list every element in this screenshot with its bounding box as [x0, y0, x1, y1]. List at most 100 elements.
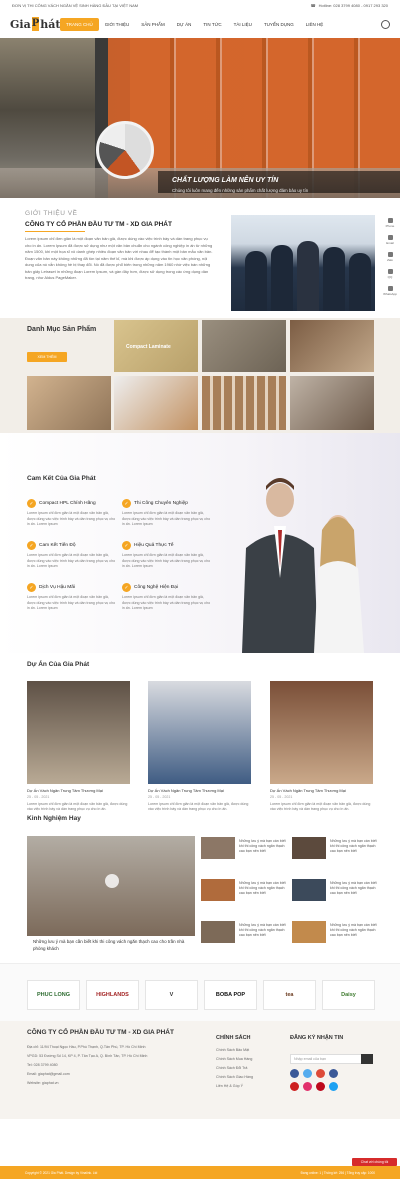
- commit-desc: Lorem ipsum chỉ đơn giản là một đoạn văn…: [122, 511, 211, 526]
- commit-title: Cam Kết Của Gia Phát: [27, 475, 96, 482]
- policy-link[interactable]: Chính Sách Mua Hàng: [216, 1057, 252, 1061]
- nav-about[interactable]: GIỚI THIỆU: [99, 18, 136, 31]
- article-item[interactable]: Những lưu ý mà bạn cần biết khi thi công…: [292, 837, 379, 877]
- project-card[interactable]: Dự Án Vách Ngăn Trung Tâm Thương Mại 25 …: [148, 681, 251, 812]
- project-card[interactable]: Dự Án Vách Ngăn Trung Tâm Thương Mại 25 …: [270, 681, 373, 812]
- product-tile-compact[interactable]: Compact Laminate: [114, 320, 198, 372]
- newsletter-send-button[interactable]: [361, 1054, 373, 1064]
- article-thumb: [201, 921, 235, 943]
- article-thumb: [292, 921, 326, 943]
- article-thumb: [201, 879, 235, 901]
- product-tile[interactable]: [27, 376, 111, 430]
- article-item[interactable]: Những lưu ý mà bạn cần biết khi thi công…: [292, 921, 379, 961]
- commit-item: ✓ Dịch Vụ Hậu Mãi Lorem ipsum chỉ đơn giả…: [27, 583, 117, 612]
- product-tile[interactable]: [202, 376, 286, 430]
- commit-item: ✓ Compact HPL Chính Hãng Lorem ipsum chỉ …: [27, 499, 117, 528]
- footer-email[interactable]: Email: giaphat@gmail.com: [27, 1072, 70, 1076]
- instagram-icon[interactable]: [303, 1082, 312, 1091]
- commit-label: Thi Công Chuyên Nghiệp: [134, 501, 188, 506]
- copyright-bar: Copyright © 2021 Gia Phát. Design by Vin…: [0, 1166, 400, 1179]
- twitter-icon[interactable]: [303, 1069, 312, 1078]
- product-tile[interactable]: [202, 320, 286, 372]
- footer-phone[interactable]: Tel: 028 3799 4080: [27, 1063, 58, 1067]
- featured-article-title[interactable]: Những lưu ý mà bạn cần biết khi thi công…: [33, 939, 193, 952]
- project-card[interactable]: Dự Án Vách Ngăn Trung Tâm Thương Mại 25 …: [27, 681, 130, 812]
- worker-icon: ✓: [122, 499, 131, 508]
- search-icon[interactable]: [381, 19, 390, 29]
- hero-subtitle: Chúng tôi luôn mang đến những sản phẩm c…: [172, 188, 309, 193]
- view-more-button[interactable]: XEM THÊM: [27, 352, 67, 362]
- product-tile[interactable]: [290, 376, 374, 430]
- article-thumb: [292, 879, 326, 901]
- commit-desc: Lorem ipsum chỉ đơn giản là một đoạn văn…: [27, 553, 116, 568]
- person-figure: [349, 253, 371, 311]
- intro-text: Lorem ipsum chỉ đơn giản là một đoạn văn…: [25, 236, 213, 280]
- article-item[interactable]: Những lưu ý mà bạn cần biết khi thi công…: [292, 879, 379, 919]
- linkedin-icon[interactable]: [329, 1069, 338, 1078]
- project-image: [148, 681, 251, 784]
- commit-desc: Lorem ipsum chỉ đơn giản là một đoạn văn…: [27, 595, 116, 610]
- article-item[interactable]: Những lưu ý mà bạn cần biết khi thi công…: [201, 837, 288, 877]
- logo-text-2: P: [31, 17, 40, 31]
- product-tile[interactable]: [290, 320, 374, 372]
- article-title[interactable]: Những lưu ý mà bạn cần biết khi thi công…: [239, 881, 287, 896]
- article-item[interactable]: Những lưu ý mà bạn cần biết khi thi công…: [201, 879, 288, 919]
- commit-desc: Lorem ipsum chỉ đơn giản là một đoạn văn…: [122, 553, 211, 568]
- nav-projects[interactable]: DỰ ÁN: [171, 18, 198, 31]
- commit-label: Công Nghệ Hiện Đại: [134, 585, 178, 590]
- nav-news[interactable]: TIN TỨC: [197, 18, 227, 31]
- commit-item: ✓ Thi Công Chuyên Nghiệp Lorem ipsum chỉ …: [122, 499, 212, 528]
- intro-section: GIỚI THIỆU VỀ CÔNG TY CỔ PHẦN ĐẦU TƯ TM …: [0, 198, 400, 318]
- article-thumb: [292, 837, 326, 859]
- skype-icon[interactable]: [329, 1082, 338, 1091]
- project-desc: Lorem ipsum chỉ đơn giản là một đoạn văn…: [270, 802, 371, 811]
- top-bar: ĐƠN VỊ THI CÔNG VÁCH NGĂN VỆ SINH HÀNG Đ…: [0, 0, 400, 10]
- product-tile[interactable]: [114, 376, 198, 430]
- featured-article-image[interactable]: [27, 836, 195, 936]
- project-title[interactable]: Dự Án Vách Ngăn Trung Tâm Thương Mại: [148, 788, 251, 793]
- phone-icon: ☎: [310, 2, 316, 8]
- chat-button[interactable]: Chat với chúng tôi: [352, 1158, 397, 1166]
- google-plus-icon[interactable]: [316, 1069, 325, 1078]
- nav-products[interactable]: SẢN PHẨM: [135, 18, 171, 31]
- brand-logo[interactable]: BOBA POP: [204, 980, 257, 1010]
- brand-logo[interactable]: tea: [263, 980, 316, 1010]
- policy-link[interactable]: Chính Sách Giao Hàng: [216, 1075, 253, 1079]
- article-title[interactable]: Những lưu ý mà bạn cần biết khi thi công…: [239, 839, 287, 854]
- youtube-icon[interactable]: [290, 1082, 299, 1091]
- nav-docs[interactable]: TÀI LIỆU: [228, 18, 258, 31]
- hero-banner: CHẤT LƯỢNG LÀM NÊN UY TÍN Chúng tôi luôn…: [0, 38, 400, 198]
- project-title[interactable]: Dự Án Vách Ngăn Trung Tâm Thương Mại: [27, 788, 130, 793]
- catalog-title: Danh Mục Sản Phẩm: [27, 326, 97, 333]
- commit-desc: Lorem ipsum chỉ đơn giản là một đoạn văn…: [27, 511, 116, 526]
- facebook-icon[interactable]: [290, 1069, 299, 1078]
- gear-icon: ✓: [122, 583, 131, 592]
- logo-text-3: hát: [40, 17, 61, 31]
- policy-link[interactable]: Chính Sách Đổi Trả: [216, 1066, 247, 1070]
- commit-desc: Lorem ipsum chỉ đơn giản là một đoạn văn…: [122, 595, 211, 610]
- person-figure: [323, 247, 345, 311]
- project-title[interactable]: Dự Án Vách Ngăn Trung Tâm Thương Mại: [270, 788, 373, 793]
- policy-link[interactable]: Liên Hệ & Góp Ý: [216, 1084, 243, 1088]
- nav-home[interactable]: TRANG CHỦ: [60, 17, 99, 31]
- play-icon[interactable]: [105, 874, 119, 888]
- article-title[interactable]: Những lưu ý mà bạn cần biết khi thi công…: [330, 839, 378, 854]
- brand-logo[interactable]: PHUC LONG: [27, 980, 80, 1010]
- article-title[interactable]: Những lưu ý mà bạn cần biết khi thi công…: [330, 881, 378, 896]
- article-title[interactable]: Những lưu ý mà bạn cần biết khi thi công…: [239, 923, 287, 938]
- nav-contact[interactable]: LIÊN HỆ: [300, 18, 330, 31]
- footer-website[interactable]: Website: giaphat.vn: [27, 1081, 59, 1085]
- policy-link[interactable]: Chính Sách Bảo Mật: [216, 1048, 249, 1052]
- nav-careers[interactable]: TUYỂN DỤNG: [258, 18, 300, 31]
- article-title[interactable]: Những lưu ý mà bạn cần biết khi thi công…: [330, 923, 378, 938]
- pinterest-icon[interactable]: [316, 1082, 325, 1091]
- footer: CÔNG TY CỔ PHẦN ĐẦU TƯ TM - XD GIA PHÁT …: [0, 1021, 400, 1119]
- brand-logo[interactable]: HIGHLANDS: [86, 980, 139, 1010]
- logo[interactable]: Gia P hát: [10, 12, 60, 36]
- article-item[interactable]: Những lưu ý mà bạn cần biết khi thi công…: [201, 921, 288, 961]
- hotline[interactable]: Hotline: 028 3799 4080 - 0917 293 320: [319, 3, 388, 8]
- brand-logo[interactable]: V: [145, 980, 198, 1010]
- brand-logo[interactable]: Daisy: [322, 980, 375, 1010]
- experience-section: Kinh Nghiệm Hay Những lưu ý mà bạn cần b…: [0, 813, 400, 963]
- footer-address-1: Địa chỉ: 11/94 Thoại Ngọc Hầu, P.Phú Thạ…: [27, 1045, 146, 1049]
